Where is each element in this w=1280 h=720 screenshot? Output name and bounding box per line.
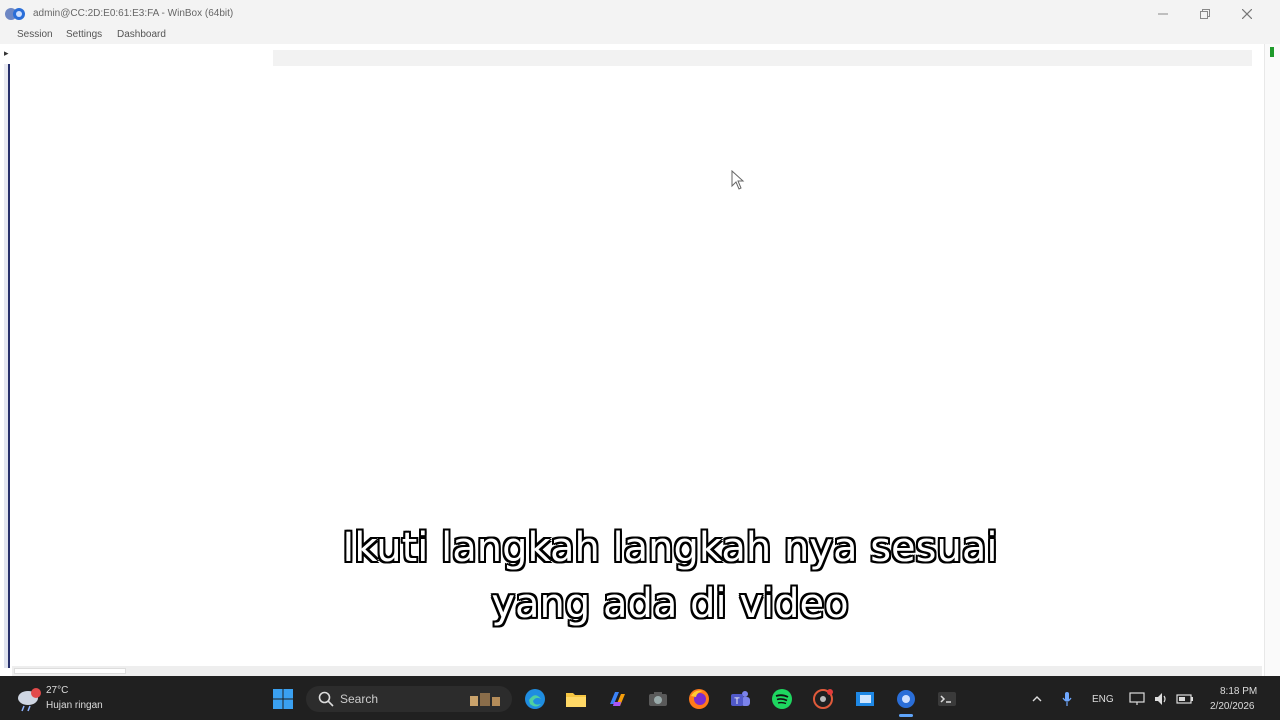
weather-widget[interactable]: 27°C Hujan ringan [14, 684, 124, 714]
menu-item-settings[interactable]: Settings [66, 29, 102, 40]
microphone-icon [1062, 692, 1072, 706]
mouse-cursor-icon [731, 170, 745, 190]
battery-button[interactable] [1176, 690, 1194, 708]
menu-item-dashboard[interactable]: Dashboard [117, 29, 166, 40]
menu-item-session[interactable]: Session [17, 29, 53, 40]
svg-text:T: T [734, 696, 740, 706]
chevron-up-icon [1032, 696, 1042, 702]
network-button[interactable] [1128, 690, 1146, 708]
taskbar-winbox[interactable] [893, 686, 919, 712]
taskbar-copilot[interactable] [604, 686, 630, 712]
terminal-icon [938, 692, 956, 706]
copilot-icon [610, 692, 625, 706]
windows-start-icon [273, 689, 293, 709]
taskbar-camera[interactable] [645, 686, 671, 712]
clock-date[interactable]: 2/20/2026 [1210, 701, 1255, 712]
video-caption: Ikuti langkah langkah nya sesuai yang ad… [240, 520, 1100, 632]
show-hidden-icons-button[interactable] [1028, 690, 1046, 708]
minimize-icon [1158, 13, 1168, 15]
taskbar-firefox[interactable] [686, 686, 712, 712]
menu-bar: Session Settings Dashboard [0, 28, 1280, 44]
caption-line-2: yang ada di video [491, 581, 849, 627]
toolbar-strip [273, 50, 1252, 66]
taskbar-spotify[interactable] [769, 686, 795, 712]
weather-description: Hujan ringan [46, 700, 103, 711]
teams-icon: T [731, 691, 750, 706]
search-highlight-icon [470, 693, 500, 706]
winbox-icon [897, 690, 915, 708]
taskbar-file-explorer[interactable] [563, 686, 589, 712]
file-explorer-icon [566, 693, 586, 707]
search-icon [318, 691, 334, 707]
battery-icon [1176, 694, 1193, 704]
taskbar-mail[interactable] [852, 686, 878, 712]
left-side-panel [4, 64, 10, 668]
restore-icon [1200, 9, 1210, 19]
vertical-scrollbar[interactable] [1264, 44, 1280, 676]
taskbar-git[interactable] [810, 686, 836, 712]
volume-button[interactable] [1152, 690, 1170, 708]
git-icon [813, 689, 833, 709]
weather-temperature: 27°C [46, 685, 69, 696]
maximize-button[interactable] [1184, 0, 1226, 28]
rain-cloud-icon [18, 688, 41, 712]
close-icon [1242, 9, 1252, 19]
taskbar-edge[interactable] [522, 686, 548, 712]
search-label: Search [340, 692, 379, 706]
status-indicator [1270, 47, 1274, 57]
window-title: admin@CC:2D:E0:61:E3:FA - WinBox (64bit) [33, 8, 234, 19]
window-titlebar[interactable]: admin@CC:2D:E0:61:E3:FA - WinBox (64bit) [0, 0, 1280, 28]
language-indicator[interactable]: ENG [1092, 694, 1114, 705]
taskbar-search-box[interactable]: Search [306, 686, 512, 712]
caption-line-1: Ikuti langkah langkah nya sesuai [342, 525, 998, 571]
active-app-indicator [899, 714, 913, 717]
mail-icon [856, 692, 874, 706]
spotify-icon [772, 689, 792, 709]
taskbar-teams[interactable]: T [727, 686, 753, 712]
minimize-button[interactable] [1142, 0, 1184, 28]
close-button[interactable] [1226, 0, 1268, 28]
edge-icon [525, 689, 545, 709]
windows-taskbar [0, 676, 1280, 720]
firefox-icon [689, 689, 709, 709]
horizontal-scrollbar[interactable] [12, 666, 1262, 676]
speaker-icon [1155, 693, 1166, 705]
network-icon [1129, 692, 1145, 705]
microphone-button[interactable] [1058, 690, 1076, 708]
camera-icon [649, 692, 667, 706]
taskbar-terminal[interactable] [934, 686, 960, 712]
collapse-arrow-icon[interactable]: ▸ [4, 48, 12, 60]
start-button[interactable] [270, 686, 296, 712]
clock-time[interactable]: 8:18 PM [1220, 686, 1257, 697]
winbox-app-icon [5, 8, 25, 20]
horizontal-scroll-thumb[interactable] [14, 668, 126, 674]
